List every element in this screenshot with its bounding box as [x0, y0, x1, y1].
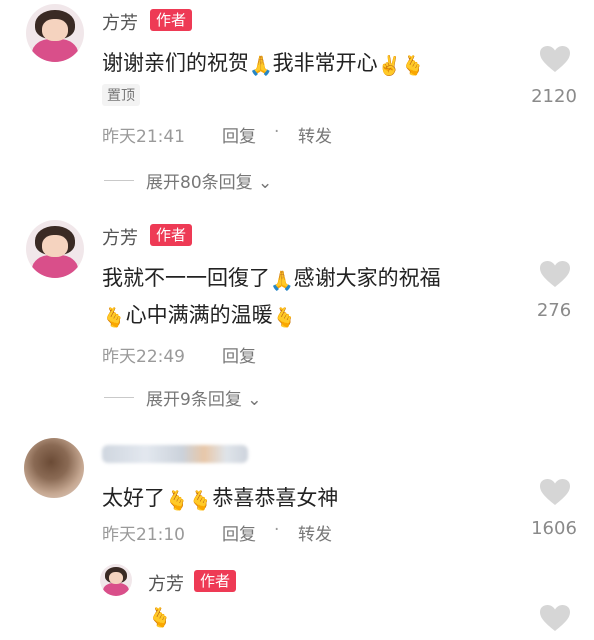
expand-divider [104, 397, 134, 398]
reply-username[interactable]: 方芳 [148, 570, 184, 596]
finger-heart-icon: 🫰 [102, 307, 126, 329]
separator-dot: · [274, 122, 280, 142]
like-count: 276 [536, 300, 572, 321]
finger-heart-icon: 🫰 [272, 307, 297, 329]
finger-heart-icon: 🫰 [165, 490, 189, 512]
comment-time: 昨天21:41 [102, 127, 185, 147]
blurred-username[interactable] [102, 445, 248, 463]
chevron-down-icon: ⌄ [247, 390, 262, 410]
comment-time: 昨天22:49 [102, 347, 185, 367]
reply-author-avatar[interactable] [100, 564, 132, 596]
comment-text-line2: 🫰心中满满的温暖🫰 [102, 303, 297, 329]
forward-button[interactable]: 转发 [298, 122, 332, 147]
comment-text: 谢谢亲们的祝贺🙏我非常开心✌️🫰 [102, 51, 426, 77]
pinned-badge: 置顶 [102, 84, 140, 106]
author-badge: 作者 [194, 570, 237, 592]
author-badge: 作者 [150, 224, 193, 246]
finger-heart-icon: 🫰 [188, 490, 213, 512]
expand-divider [104, 180, 134, 181]
like-heart-icon[interactable] [539, 260, 571, 288]
reply-button[interactable]: 回复 [222, 122, 256, 147]
user-avatar[interactable] [24, 438, 84, 498]
comment-username[interactable]: 方芳 [102, 9, 138, 35]
comment-username[interactable]: 方芳 [102, 224, 138, 250]
comment-time: 昨天21:10 [102, 525, 185, 545]
author-avatar[interactable] [26, 220, 84, 278]
author-avatar[interactable] [26, 4, 84, 62]
comment-text: 太好了🫰🫰恭喜恭喜女神 [102, 486, 339, 512]
like-heart-icon[interactable] [539, 45, 571, 73]
author-badge: 作者 [150, 9, 193, 31]
forward-button[interactable]: 转发 [298, 520, 332, 545]
like-heart-icon[interactable] [539, 478, 571, 506]
separator-dot: · [274, 520, 280, 540]
like-count: 1606 [531, 518, 577, 539]
like-heart-icon[interactable] [539, 604, 571, 632]
reply-button[interactable]: 回复 [222, 520, 256, 545]
reply-button[interactable]: 回复 [222, 342, 256, 367]
victory-hand-icon: ✌️ [377, 55, 402, 77]
like-count: 2120 [531, 86, 577, 107]
chevron-down-icon: ⌄ [258, 173, 273, 193]
expand-replies-button[interactable]: 展开80条回复 ⌄ [146, 168, 272, 193]
pray-icon: 🙏 [270, 270, 294, 292]
pray-icon: 🙏 [249, 55, 273, 77]
comment-text: 我就不一一回復了🙏感谢大家的祝福 [102, 266, 441, 292]
expand-replies-button[interactable]: 展开9条回复 ⌄ [146, 385, 261, 410]
finger-heart-icon: 🫰 [148, 607, 172, 629]
finger-heart-icon: 🫰 [401, 55, 426, 77]
